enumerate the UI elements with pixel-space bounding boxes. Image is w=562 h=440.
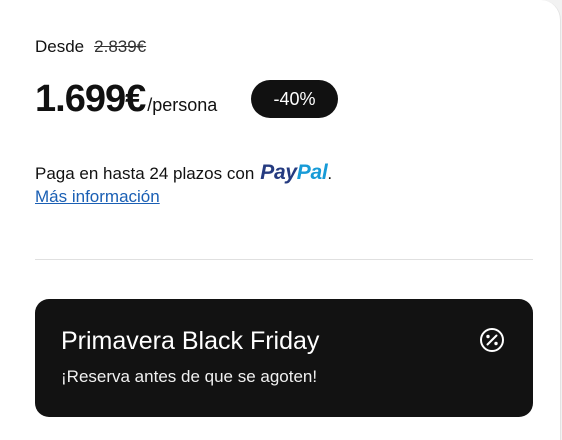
price-unit: /persona <box>147 95 218 115</box>
pricing-card: Desde 2.839€ 1.699€ /persona -40% Paga en… <box>0 0 561 440</box>
divider <box>35 259 533 260</box>
more-info-link[interactable]: Más información <box>35 187 160 207</box>
paypal-text: Paga en hasta 24 plazos con <box>35 164 255 183</box>
current-price: 1.699€ <box>35 78 146 120</box>
paypal-logo: PayPal <box>260 161 328 184</box>
promo-title: Primavera Black Friday <box>61 327 320 355</box>
paypal-suffix: . <box>327 164 333 183</box>
paypal-financing: Paga en hasta 24 plazos con PayPal. <box>35 161 332 185</box>
price-row: 1.699€ /persona <box>35 78 217 121</box>
from-price-row: Desde 2.839€ <box>35 37 146 57</box>
promo-banner[interactable]: Primavera Black Friday ¡Reserva antes de… <box>35 299 533 417</box>
promo-subtitle: ¡Reserva antes de que se agoten! <box>61 367 318 386</box>
old-price: 2.839€ <box>94 37 147 56</box>
from-label: Desde <box>35 37 85 56</box>
discount-badge: -40% <box>251 80 338 118</box>
percent-icon <box>480 328 504 352</box>
